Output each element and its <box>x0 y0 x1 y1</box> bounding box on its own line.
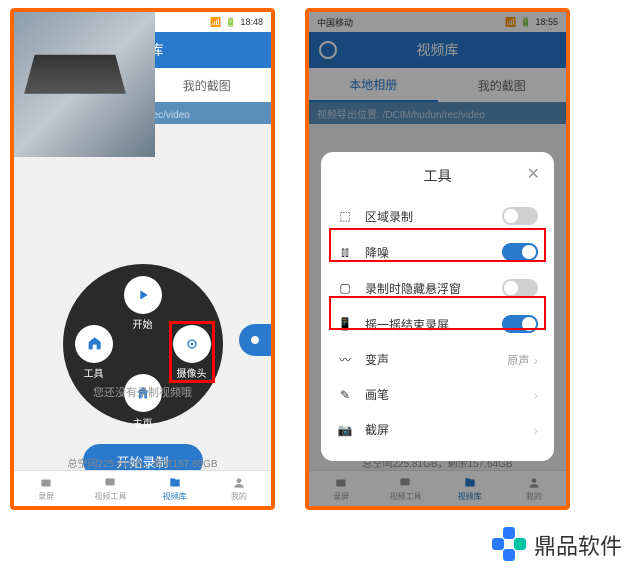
modal-title: 工具 ✕ <box>321 166 554 186</box>
voice-icon: 〰 <box>337 352 353 368</box>
tab-screenshots[interactable]: 我的截图 <box>143 68 272 102</box>
nav-tools[interactable]: 视频工具 <box>78 471 142 506</box>
brand-text: 鼎品软件 <box>534 529 622 561</box>
phone-right: 中国移动 📶🔋18:55 视频库 本地相册 我的截图 视频导出位置: /DCIM… <box>305 8 570 510</box>
radial-menu: 开始 工具 摄像头 主页 <box>63 264 223 424</box>
brand-logo-icon <box>492 527 528 563</box>
nav-record[interactable]: 录屏 <box>14 471 78 506</box>
brand: 鼎品软件 <box>492 527 622 563</box>
time: 18:48 <box>240 17 263 27</box>
nav-mine[interactable]: 我的 <box>207 471 271 506</box>
modal-overlay[interactable]: 工具 ✕ ⬚ 区域录制 ⫾⫾ 降噪 ▢ 录制时隐藏悬浮窗 📱 摇一摇结束录屏 <box>309 12 566 506</box>
area-icon: ⬚ <box>337 208 353 224</box>
row-shake-stop[interactable]: 📱 摇一摇结束录屏 <box>321 306 554 342</box>
row-area-record[interactable]: ⬚ 区域录制 <box>321 198 554 234</box>
toggle-area[interactable] <box>502 207 538 225</box>
row-brush[interactable]: ✎ 画笔 › <box>321 377 554 412</box>
row-hide-float[interactable]: ▢ 录制时隐藏悬浮窗 <box>321 270 554 306</box>
chevron-right-icon: › <box>533 352 538 368</box>
close-icon[interactable]: ✕ <box>527 164 540 184</box>
signal-icon: 📶 <box>210 17 221 28</box>
start-label: 开始 <box>124 316 162 331</box>
hide-icon: ▢ <box>337 280 353 296</box>
toggle-hide[interactable] <box>502 279 538 297</box>
camera-preview[interactable] <box>10 12 155 157</box>
start-button[interactable] <box>124 276 162 314</box>
tools-button[interactable] <box>75 325 113 363</box>
bottom-nav: 录屏 视频工具 视频库 我的 <box>14 470 271 506</box>
noise-icon: ⫾⫾ <box>337 244 353 260</box>
row-noise-reduction[interactable]: ⫾⫾ 降噪 <box>321 234 554 270</box>
tools-label: 工具 <box>75 365 113 380</box>
chevron-right-icon: › <box>533 422 538 438</box>
fab-camera[interactable] <box>239 324 271 356</box>
storage-info: 总空间225.81GB，剩余157.65GB <box>14 455 271 470</box>
nav-library[interactable]: 视频库 <box>143 471 207 506</box>
toggle-noise[interactable] <box>502 243 538 261</box>
row-voice-change[interactable]: 〰 变声 原声 › <box>321 342 554 377</box>
camera-icon: 📷 <box>337 422 353 438</box>
home-label: 主页 <box>124 415 162 430</box>
toggle-shake[interactable] <box>502 315 538 333</box>
shake-icon: 📱 <box>337 316 353 332</box>
tools-modal: 工具 ✕ ⬚ 区域录制 ⫾⫾ 降噪 ▢ 录制时隐藏悬浮窗 📱 摇一摇结束录屏 <box>321 152 554 461</box>
highlight-camera <box>169 321 215 383</box>
row-screenshot[interactable]: 📷 截屏 › <box>321 412 554 447</box>
phone-left: 中国移动 📶🔋18:48 视频库 本地相册 我的截图 视频导出位置: /DCIM… <box>10 8 275 510</box>
chevron-right-icon: › <box>533 387 538 403</box>
empty-text: 您还没有录制视频哦 <box>14 384 271 400</box>
brush-icon: ✎ <box>337 387 353 403</box>
